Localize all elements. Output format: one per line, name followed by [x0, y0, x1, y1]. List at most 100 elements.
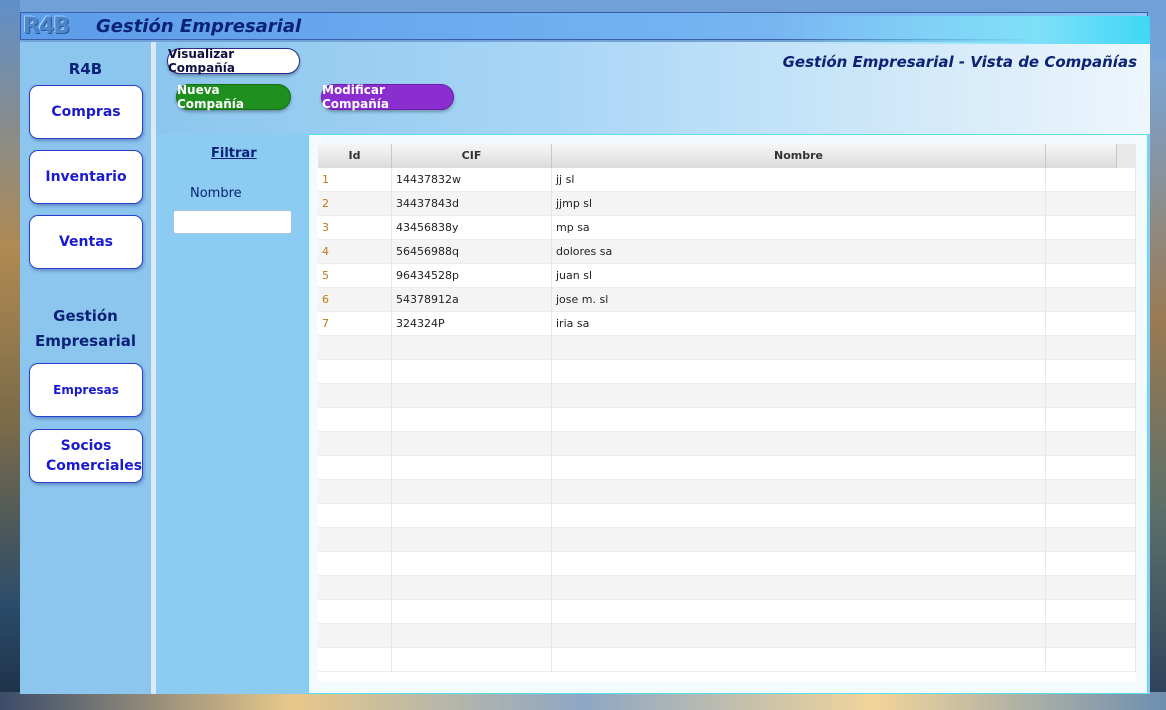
table-row[interactable]: 5 96434528p juan sl	[318, 264, 1136, 288]
table-row[interactable]	[318, 384, 1136, 408]
cell-nombre	[552, 408, 1046, 432]
table-row[interactable]	[318, 360, 1136, 384]
table-row[interactable]	[318, 528, 1136, 552]
modify-company-button[interactable]: Modificar Compañía	[321, 83, 454, 111]
column-header-cif[interactable]: CIF	[392, 144, 552, 168]
cell-nombre	[552, 576, 1046, 600]
cell-id	[318, 504, 392, 528]
cell-nombre	[552, 336, 1046, 360]
view-company-label: Visualizar Compañía	[168, 47, 235, 75]
table-row[interactable]	[318, 624, 1136, 648]
column-menu-button[interactable]	[1116, 144, 1136, 168]
table-row[interactable]	[318, 408, 1136, 432]
background-scenery-right	[1148, 60, 1166, 710]
cell-nombre	[552, 552, 1046, 576]
table-row[interactable]	[318, 480, 1136, 504]
cell-cif	[392, 360, 552, 384]
cell-id	[318, 384, 392, 408]
cell-cif	[392, 648, 552, 672]
table-row[interactable]: 1 14437832w jj sl	[318, 168, 1136, 192]
new-company-label: Nueva Compañía	[177, 83, 244, 111]
cell-nombre: jjmp sl	[552, 192, 1046, 216]
page-title: Gestión Empresarial - Vista de Compañías	[782, 53, 1137, 71]
table-row[interactable]	[318, 648, 1136, 672]
table-row[interactable]	[318, 504, 1136, 528]
table-row[interactable]: 4 56456988q dolores sa	[318, 240, 1136, 264]
cell-nombre: mp sa	[552, 216, 1046, 240]
cell-nombre: dolores sa	[552, 240, 1046, 264]
heading-highlight	[780, 16, 1150, 44]
column-header-id[interactable]: Id	[318, 144, 392, 168]
cell-id: 1	[318, 168, 392, 192]
table-row[interactable]	[318, 336, 1136, 360]
table-row[interactable]: 7 324324P iria sa	[318, 312, 1136, 336]
sidebar-item-compras[interactable]: Compras	[29, 85, 143, 139]
cell-cif	[392, 576, 552, 600]
cell-id	[318, 408, 392, 432]
table-row[interactable]: 3 43456838y mp sa	[318, 216, 1136, 240]
cell-extra	[1046, 504, 1136, 528]
cell-nombre: jose m. sl	[552, 288, 1046, 312]
cell-extra	[1046, 456, 1136, 480]
cell-id	[318, 528, 392, 552]
sidebar-item-label: Inventario	[45, 169, 127, 185]
name-filter-label: Nombre	[190, 186, 242, 201]
background-scenery-bottom	[0, 692, 1166, 710]
cell-nombre: iria sa	[552, 312, 1046, 336]
cell-extra	[1046, 240, 1136, 264]
cell-cif	[392, 504, 552, 528]
cell-id	[318, 336, 392, 360]
cell-cif	[392, 456, 552, 480]
sidebar-item-inventario[interactable]: Inventario	[29, 150, 143, 204]
sidebar-item-ventas[interactable]: Ventas	[29, 215, 143, 269]
cell-extra	[1046, 384, 1136, 408]
table-row[interactable]	[318, 576, 1136, 600]
sidebar: R4B Compras Inventario Ventas Gestión Em…	[20, 42, 151, 694]
table-row[interactable]	[318, 456, 1136, 480]
modify-company-label: Modificar Compañía	[322, 83, 389, 111]
cell-extra	[1046, 624, 1136, 648]
cell-cif	[392, 336, 552, 360]
cell-nombre	[552, 480, 1046, 504]
table-row[interactable]	[318, 432, 1136, 456]
filter-title[interactable]: Filtrar	[211, 146, 257, 161]
cell-nombre	[552, 432, 1046, 456]
cell-cif	[392, 552, 552, 576]
sidebar-item-empresas[interactable]: Empresas	[29, 363, 143, 417]
cell-nombre	[552, 360, 1046, 384]
cell-extra	[1046, 216, 1136, 240]
sidebar-item-label: Socios Comerciales	[46, 438, 143, 474]
name-filter-input[interactable]	[173, 210, 292, 234]
cell-cif	[392, 384, 552, 408]
cell-id	[318, 456, 392, 480]
background-scenery-left	[0, 0, 20, 710]
view-company-button[interactable]: Visualizar Compañía	[167, 47, 300, 75]
cell-extra	[1046, 192, 1136, 216]
sidebar-item-socios-comerciales[interactable]: Socios Comerciales	[29, 429, 143, 483]
cell-extra	[1046, 336, 1136, 360]
table-row[interactable]: 6 54378912a jose m. sl	[318, 288, 1136, 312]
sidebar-section-title-line2: Empresarial	[34, 332, 137, 350]
table-row[interactable]: 2 34437843d jjmp sl	[318, 192, 1136, 216]
cell-extra	[1046, 288, 1136, 312]
cell-cif: 324324P	[392, 312, 552, 336]
cell-cif	[392, 600, 552, 624]
table-header: Id CIF Nombre	[318, 144, 1136, 169]
companies-table[interactable]: Id CIF Nombre 1 14437832w jj sl 2 34437843d j…	[318, 144, 1136, 682]
cell-cif	[392, 432, 552, 456]
table-row[interactable]	[318, 600, 1136, 624]
cell-id: 5	[318, 264, 392, 288]
cell-extra	[1046, 408, 1136, 432]
column-header-nombre[interactable]: Nombre	[552, 144, 1046, 168]
new-company-button[interactable]: Nueva Compañía	[176, 83, 291, 111]
cell-id: 3	[318, 216, 392, 240]
cell-extra	[1046, 480, 1136, 504]
table-row[interactable]	[318, 552, 1136, 576]
cell-cif	[392, 408, 552, 432]
cell-extra	[1046, 576, 1136, 600]
cell-nombre	[552, 504, 1046, 528]
cell-cif	[392, 624, 552, 648]
cell-id	[318, 480, 392, 504]
cell-nombre	[552, 600, 1046, 624]
cell-cif: 96434528p	[392, 264, 552, 288]
